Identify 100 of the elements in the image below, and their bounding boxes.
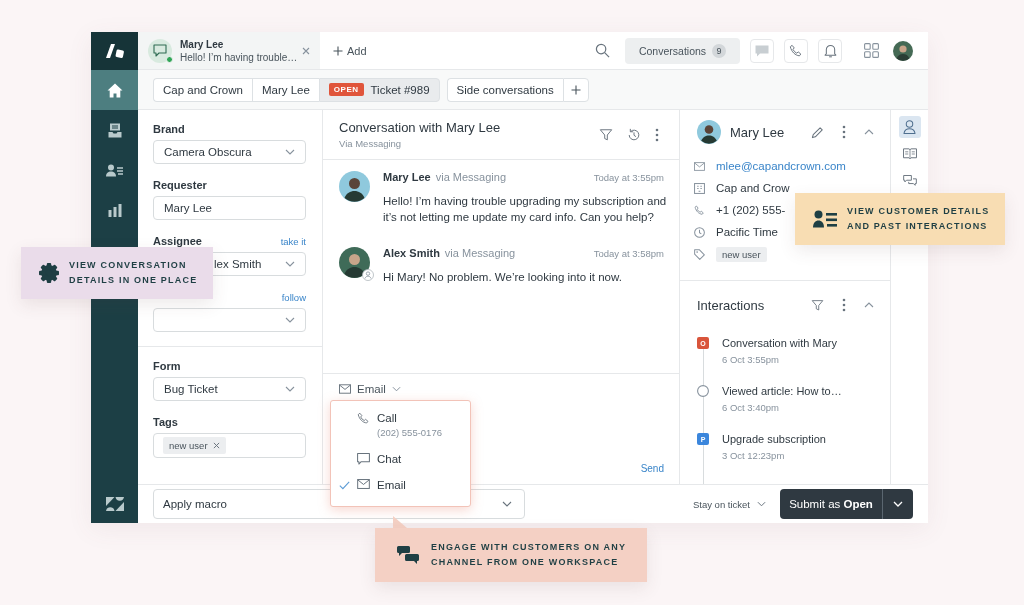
add-button[interactable]: Add [333, 44, 367, 57]
tags-field[interactable]: new user [153, 433, 306, 458]
avatar-icon [697, 120, 721, 144]
add-tab-button[interactable] [562, 77, 589, 102]
chevron-down-icon [285, 386, 295, 392]
message-preview: Hello! I’m having trouble… [180, 50, 294, 64]
field-label: Form [153, 360, 181, 372]
bell-icon [823, 43, 837, 58]
menu-item[interactable]: Email [339, 478, 462, 492]
filter-icon[interactable] [811, 298, 824, 312]
collapse-icon[interactable] [864, 129, 874, 135]
timestamp: 6 Oct 3:40pm [722, 401, 781, 415]
menu-item[interactable]: Call (202) 555-0176 [339, 411, 462, 440]
side-conversations-tab[interactable]: Side conversations [446, 77, 563, 102]
timestamp: Today at 3:58pm [593, 248, 665, 259]
phone-icon [357, 412, 370, 425]
collapse-icon[interactable] [864, 302, 874, 308]
logo-icon[interactable] [104, 495, 125, 512]
contact-list-icon [813, 210, 837, 228]
envelope-icon [357, 479, 370, 489]
timezone: Pacific Time [716, 226, 778, 238]
interaction-title[interactable]: Viewed article: How to… [722, 384, 842, 398]
phone-button[interactable] [784, 38, 808, 63]
customer-name: Mary Lee [730, 124, 786, 140]
plus-icon [570, 84, 581, 95]
conversations-button[interactable]: Conversations 9 [625, 37, 740, 64]
building-icon [694, 182, 705, 194]
notifications-button[interactable] [818, 38, 842, 63]
form-dropdown[interactable]: Bug Ticket [153, 377, 306, 401]
phone-number: (202) 555-0176 [377, 426, 442, 440]
phone-icon [694, 204, 705, 216]
channel-label: via Messaging [444, 247, 516, 259]
field-label: Tags [153, 416, 178, 428]
menu-item[interactable]: Chat [339, 452, 462, 466]
clock-icon [694, 226, 705, 238]
more-icon[interactable] [842, 125, 846, 139]
chevron-down-icon [285, 261, 295, 267]
submit-options-button[interactable] [882, 489, 913, 519]
avatar-icon[interactable] [893, 40, 913, 61]
close-icon[interactable] [302, 46, 310, 55]
rail-button[interactable] [898, 116, 921, 138]
count-badge: 9 [712, 43, 727, 58]
contact-name: Mary Lee [180, 37, 225, 51]
conversation-title: Conversation with Mary Lee [339, 120, 502, 135]
grid-icon[interactable] [864, 43, 879, 58]
section-title: Interactions [697, 297, 766, 313]
filter-icon[interactable] [599, 127, 613, 142]
gear-icon [39, 263, 59, 283]
plus-icon [333, 45, 343, 56]
chevron-down-icon [757, 501, 766, 507]
chevron-down-icon [502, 501, 512, 507]
field-label: Requester [153, 179, 207, 191]
edit-icon[interactable] [811, 125, 824, 139]
callout-text: VIEW CUSTOMER DETAILS AND PAST INTERACTIONS [847, 205, 991, 233]
conversation-tab[interactable]: Mary Lee Hello! I’m having trouble… [138, 32, 320, 69]
brand-dropdown[interactable]: Camera Obscura [153, 140, 306, 164]
take-it-link[interactable]: take it [280, 235, 306, 247]
interaction-title[interactable]: Upgrade subscription [722, 432, 826, 446]
chevron-down-icon [285, 149, 295, 155]
breadcrumb-tab[interactable]: Cap and Crown [153, 77, 252, 102]
remove-icon[interactable] [212, 442, 220, 449]
conversation-subtitle: Via Messaging [339, 138, 403, 149]
tag-icon [694, 248, 705, 260]
more-icon[interactable] [842, 298, 846, 312]
message-text: Hi Mary! No problem. We’re looking into it now. [383, 270, 623, 285]
status-badge: OPEN [328, 83, 364, 96]
chat-bubbles-icon [902, 175, 917, 187]
callout-text: ENGAGE WITH CUSTOMERS ON ANY CHANNEL FROM ONE WORKSPACE [431, 541, 627, 569]
stay-on-ticket-dropdown[interactable]: Stay on ticket [692, 498, 766, 510]
interaction-title[interactable]: Conversation with Mary [722, 336, 837, 350]
send-button[interactable]: Send [640, 463, 664, 474]
submit-button[interactable]: Submit as Open [780, 489, 882, 519]
chat-bubble-icon [357, 453, 370, 465]
avatar-icon [339, 247, 370, 278]
field-label: Assignee [153, 235, 202, 247]
phone-icon [789, 43, 803, 58]
search-icon[interactable] [595, 43, 610, 58]
requester-field[interactable]: Mary Lee [153, 196, 306, 220]
breadcrumb-tab[interactable]: Mary Lee [251, 77, 319, 102]
nav-button[interactable] [91, 70, 138, 110]
channel-dropdown[interactable]: Email [339, 383, 401, 395]
channel-label: via Messaging [435, 171, 507, 183]
tag-chip[interactable]: new user [163, 437, 226, 454]
email-link[interactable]: mlee@capandcrown.com [716, 160, 846, 172]
phone-number: +1 (202) 555- [716, 204, 786, 216]
history-icon[interactable] [627, 127, 641, 142]
more-icon[interactable] [655, 127, 659, 142]
logo-icon[interactable] [91, 32, 138, 70]
inbox-icon [107, 122, 122, 138]
breadcrumb-tab[interactable]: OPEN Ticket #989 [318, 77, 440, 102]
chevron-down-icon [391, 386, 401, 392]
bar-chart-icon [107, 203, 122, 217]
follow-link[interactable]: follow [281, 291, 306, 303]
author-name: Mary Lee [383, 171, 431, 183]
chat-bubble-icon [755, 44, 769, 57]
chat-icon [148, 38, 172, 63]
message-text: Hello! I’m having trouble upgrading my subscription and it’s not letting me update my card info. Can you help? [383, 194, 668, 225]
chat-bubbles-icon [397, 546, 419, 564]
envelope-icon [694, 161, 705, 171]
timestamp: 3 Oct 12:23pm [722, 449, 786, 463]
